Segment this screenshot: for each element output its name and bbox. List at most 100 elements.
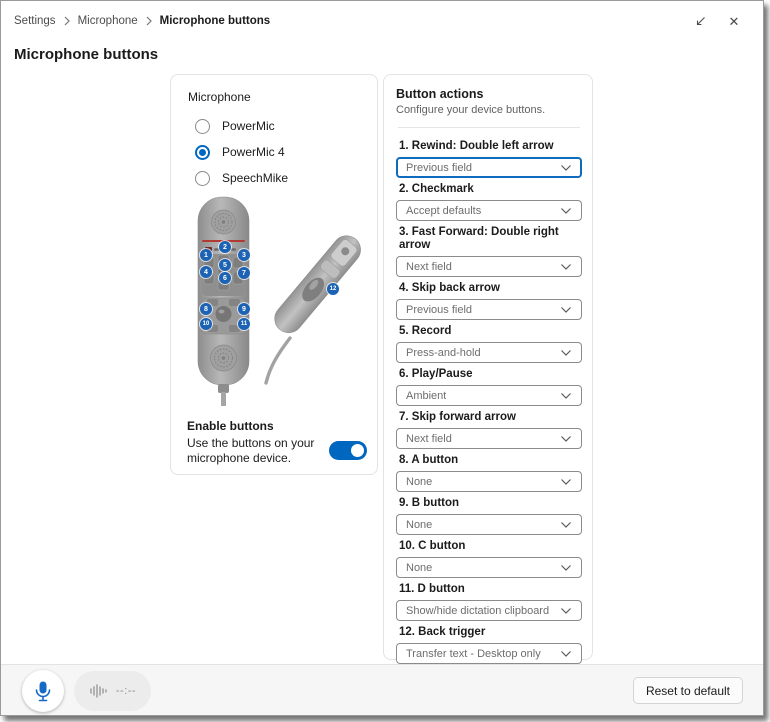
chevron-down-icon [560, 392, 572, 400]
action-dropdown[interactable]: Press-and-hold [396, 342, 582, 363]
action-dropdown[interactable]: None [396, 557, 582, 578]
chevron-down-icon [560, 306, 572, 314]
action-field-play-pause: 6. Play/Pause Ambient [396, 368, 582, 406]
titlebar: Settings Microphone Microphone buttons ✕ [1, 1, 763, 41]
action-label: 2. Checkmark [399, 183, 582, 196]
enable-buttons-title: Enable buttons [187, 419, 369, 433]
action-dropdown[interactable]: None [396, 514, 582, 535]
dropdown-value: Press-and-hold [406, 347, 481, 359]
device-badge: 1 [200, 249, 212, 261]
action-field-c-button: 10. C button None [396, 540, 582, 578]
action-label: 10. C button [399, 540, 582, 553]
dropdown-value: None [406, 562, 432, 574]
device-badge: 2 [219, 241, 231, 253]
action-label: 4. Skip back arrow [399, 282, 582, 295]
device-badge: 6 [219, 272, 231, 284]
dropdown-value: Previous field [406, 162, 472, 174]
close-icon[interactable]: ✕ [725, 13, 743, 31]
chevron-right-icon [145, 16, 153, 26]
action-dropdown[interactable]: Next field [396, 256, 582, 277]
action-dropdown[interactable]: Show/hide dictation clipboard [396, 600, 582, 621]
action-field-d-button: 11. D button Show/hide dictation clipboa… [396, 583, 582, 621]
action-field-rewind: 1. Rewind: Double left arrow Previous fi… [396, 140, 582, 178]
action-field-back-trigger: 12. Back trigger Transfer text - Desktop… [396, 626, 582, 664]
action-field-a-button: 8. A button None [396, 454, 582, 492]
device-badge: 12 [327, 283, 339, 295]
device-illustration: 1 2 3 4 5 6 7 8 9 10 11 12 [171, 195, 379, 409]
dropdown-value: Ambient [406, 390, 446, 402]
chevron-down-icon [560, 207, 572, 215]
breadcrumb-microphone[interactable]: Microphone [78, 15, 138, 27]
radio-label: PowerMic 4 [222, 145, 285, 159]
mic-icon [33, 680, 53, 702]
enable-buttons-description: Use the buttons on your microphone devic… [187, 436, 319, 466]
dropdown-value: Show/hide dictation clipboard [406, 605, 549, 617]
settings-window: Settings Microphone Microphone buttons ✕… [0, 0, 764, 716]
audio-level-pill: --:-- [74, 671, 151, 711]
action-dropdown[interactable]: Previous field [396, 157, 582, 178]
device-badge: 11 [238, 318, 250, 330]
device-badge: 5 [219, 259, 231, 271]
action-field-b-button: 9. B button None [396, 497, 582, 535]
button-actions-panel: Button actions Configure your device but… [383, 74, 593, 660]
action-label: 1. Rewind: Double left arrow [399, 140, 582, 153]
radio-circle [195, 171, 210, 186]
chevron-down-icon [560, 435, 572, 443]
breadcrumb-microphone-buttons: Microphone buttons [160, 15, 271, 27]
device-badge: 7 [238, 267, 250, 279]
action-label: 6. Play/Pause [399, 368, 582, 381]
powermic-device-image [171, 195, 379, 409]
action-dropdown[interactable]: Next field [396, 428, 582, 449]
action-field-fast-forward: 3. Fast Forward: Double right arrow Next… [396, 226, 582, 277]
divider [398, 127, 580, 128]
action-label: 7. Skip forward arrow [399, 411, 582, 424]
reset-to-default-button[interactable]: Reset to default [633, 677, 743, 704]
chevron-down-icon [560, 478, 572, 486]
microphone-group-label: Microphone [188, 90, 377, 104]
action-dropdown[interactable]: Previous field [396, 299, 582, 320]
radio-powermic-4[interactable]: PowerMic 4 [195, 139, 377, 165]
action-label: 9. B button [399, 497, 582, 510]
device-badge: 10 [200, 318, 212, 330]
dropdown-value: Previous field [406, 304, 472, 316]
action-dropdown[interactable]: Transfer text - Desktop only [396, 643, 582, 664]
device-badge: 8 [200, 303, 212, 315]
enable-buttons-block: Enable buttons Use the buttons on your m… [187, 419, 369, 466]
dropdown-value: Transfer text - Desktop only [406, 648, 541, 660]
action-dropdown[interactable]: Accept defaults [396, 200, 582, 221]
device-badge: 3 [238, 249, 250, 261]
chevron-down-icon [560, 263, 572, 271]
radio-circle [195, 145, 210, 160]
chevron-down-icon [560, 164, 572, 172]
breadcrumb-settings[interactable]: Settings [14, 15, 56, 27]
chevron-down-icon [560, 564, 572, 572]
waveform-icon [89, 683, 109, 699]
microphone-panel: Microphone PowerMic PowerMic 4 SpeechMik… [170, 74, 378, 475]
radio-label: PowerMic [222, 119, 275, 133]
chevron-down-icon [560, 650, 572, 658]
radio-powermic[interactable]: PowerMic [195, 113, 377, 139]
action-dropdown[interactable]: None [396, 471, 582, 492]
chevron-down-icon [560, 607, 572, 615]
device-badge: 9 [238, 303, 250, 315]
action-label: 12. Back trigger [399, 626, 582, 639]
microphone-button[interactable] [22, 670, 64, 712]
breadcrumb: Settings Microphone Microphone buttons [14, 15, 270, 27]
device-badge: 4 [200, 266, 212, 278]
action-field-record: 5. Record Press-and-hold [396, 325, 582, 363]
window-controls: ✕ [691, 13, 743, 31]
enable-buttons-toggle[interactable] [329, 441, 367, 460]
radio-circle [195, 119, 210, 134]
recording-timer: --:-- [116, 685, 136, 697]
action-dropdown[interactable]: Ambient [396, 385, 582, 406]
chevron-right-icon [63, 16, 71, 26]
action-label: 3. Fast Forward: Double right arrow [399, 226, 582, 252]
chevron-down-icon [560, 349, 572, 357]
collapse-icon[interactable] [691, 13, 709, 31]
action-label: 5. Record [399, 325, 582, 338]
panel-title: Button actions [396, 87, 582, 101]
chevron-down-icon [560, 521, 572, 529]
radio-speechmike[interactable]: SpeechMike [195, 165, 377, 191]
action-label: 8. A button [399, 454, 582, 467]
action-field-skip-forward: 7. Skip forward arrow Next field [396, 411, 582, 449]
